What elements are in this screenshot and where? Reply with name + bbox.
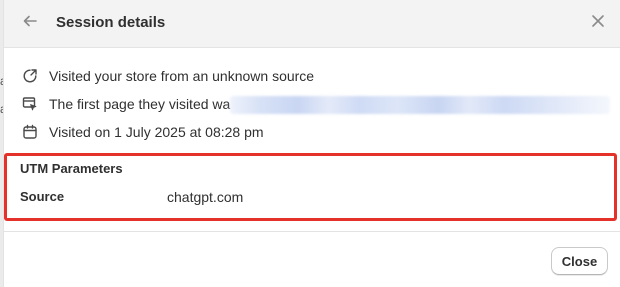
referral-source-text: Visited your store from an unknown sourc…: [49, 68, 315, 84]
back-button[interactable]: [17, 10, 43, 36]
utm-parameters-heading: UTM Parameters: [20, 161, 123, 176]
calendar-icon: [21, 123, 39, 141]
modal-header: Session details: [4, 0, 620, 48]
close-icon-button[interactable]: [585, 10, 611, 36]
landing-page-icon: [21, 95, 39, 113]
visit-date-text: Visited on 1 July 2025 at 08:28 pm: [49, 124, 264, 140]
close-button[interactable]: Close: [551, 247, 608, 275]
redacted-url-blur: [230, 96, 610, 114]
landing-page-row: The first page they visited wa: [21, 94, 230, 114]
session-details-modal: Session details Visited your store from …: [3, 0, 620, 287]
visit-date-row: Visited on 1 July 2025 at 08:28 pm: [21, 122, 264, 142]
utm-source-label: Source: [20, 189, 65, 204]
arrow-left-icon: [22, 13, 38, 34]
close-icon: [591, 14, 605, 33]
modal-title: Session details: [56, 14, 166, 31]
referral-source-icon: [21, 67, 39, 85]
footer-divider: [4, 231, 620, 232]
referral-source-row: Visited your store from an unknown sourc…: [21, 66, 314, 86]
utm-source-value: chatgpt.com: [167, 189, 244, 205]
landing-page-text: The first page they visited wa: [49, 96, 231, 112]
